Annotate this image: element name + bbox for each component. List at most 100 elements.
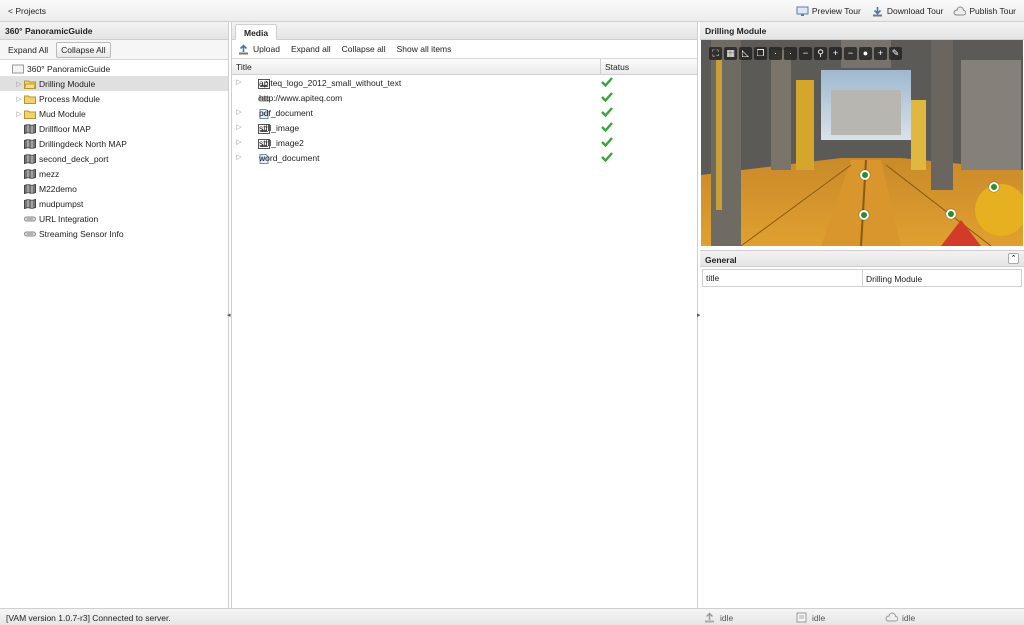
marker-zoom-in-icon[interactable]: +	[874, 47, 887, 60]
media-row[interactable]: http://www.apiteq.com	[232, 90, 697, 105]
upload-button[interactable]: Upload	[237, 43, 280, 55]
tree-item[interactable]: URL Integration	[0, 211, 228, 226]
upload-status-label: idle	[720, 612, 734, 623]
general-section-header: General ⌃	[700, 250, 1024, 267]
hotspot-marker[interactable]	[860, 170, 870, 180]
tree-item-label: mezz	[39, 168, 60, 179]
media-panel: Media Upload Expand all Collapse all Sho…	[231, 22, 698, 608]
zoom-out-icon[interactable]: −	[799, 47, 812, 60]
folder-open-icon	[24, 79, 39, 89]
upload-label: Upload	[253, 44, 280, 54]
pen-icon[interactable]: ✎	[889, 47, 902, 60]
panorama-viewer[interactable]: ⛶ ▦ ◺ ❐ · · − ⚲ + − ● + ✎	[701, 40, 1023, 246]
publish-tour-button[interactable]: Publish Tour	[953, 4, 1016, 18]
collapse-all-button[interactable]: Collapse All	[56, 41, 111, 58]
folder-icon	[24, 109, 39, 119]
project-icon	[12, 64, 27, 74]
preview-tour-button[interactable]: Preview Tour	[796, 4, 861, 18]
tree-item[interactable]: ▷ Process Module	[0, 91, 228, 106]
placeholder-icon[interactable]: ·	[769, 47, 782, 60]
expand-arrow-icon[interactable]: ▷	[234, 123, 244, 131]
layers-icon[interactable]: ❐	[754, 47, 767, 60]
media-row-title: http://www.apiteq.com	[259, 93, 343, 103]
tree-item-label: second_deck_port	[39, 153, 109, 164]
check-icon	[601, 106, 613, 119]
document-status: idle	[795, 612, 825, 623]
media-expand-all-button[interactable]: Expand all	[291, 44, 331, 54]
expand-arrow-icon[interactable]: ▷	[234, 78, 244, 86]
property-key: title	[703, 270, 863, 286]
tree-item[interactable]: ▷ Drilling Module	[0, 76, 228, 91]
tree-item-label: Streaming Sensor Info	[39, 228, 124, 239]
tour-actions: Preview Tour Download Tour Publish Tour	[796, 4, 1016, 18]
show-all-items-button[interactable]: Show all items	[397, 44, 452, 54]
expand-arrow-icon[interactable]: ▷	[234, 108, 244, 116]
media-row[interactable]: ▷ still_image2	[232, 135, 697, 150]
map-icon	[24, 198, 39, 209]
collapse-up-icon[interactable]: ⌃	[1008, 253, 1019, 264]
marker-icon[interactable]: ●	[859, 47, 872, 60]
fullscreen-icon[interactable]: ⛶	[709, 47, 722, 60]
expand-arrow-icon[interactable]: ▷	[14, 110, 24, 118]
expand-arrow-icon[interactable]: ▷	[14, 95, 24, 103]
map-icon	[24, 183, 39, 194]
media-tabstrip: Media	[232, 22, 697, 40]
media-row[interactable]: ▷ still_image	[232, 120, 697, 135]
media-collapse-all-button[interactable]: Collapse all	[342, 44, 386, 54]
map-icon	[24, 168, 39, 179]
media-row-title: still_image	[259, 123, 300, 133]
back-to-projects-link[interactable]: < Projects	[8, 6, 46, 16]
tree-item-label: Drillingdeck North MAP	[39, 138, 127, 149]
project-tree: 360° PanoramicGuide ▷ Drilling Module ▷ Proc…	[0, 60, 228, 241]
placeholder-icon[interactable]: ·	[784, 47, 797, 60]
column-separator[interactable]	[600, 59, 601, 75]
cloud-icon	[953, 6, 967, 15]
link-icon	[24, 229, 39, 239]
property-value-field[interactable]: Drilling Module	[863, 270, 1021, 286]
tree-item[interactable]: 360° PanoramicGuide	[0, 61, 228, 76]
grid-icon[interactable]: ▦	[724, 47, 737, 60]
measure-icon[interactable]: ◺	[739, 47, 752, 60]
media-row[interactable]: ▷ apiteq_logo_2012_small_without_text	[232, 75, 697, 90]
monitor-icon	[796, 6, 809, 16]
media-row[interactable]: ▷ pdf_document	[232, 105, 697, 120]
hotspot-marker[interactable]	[946, 209, 956, 219]
top-bar: < Projects Preview Tour Download Tour Pu…	[0, 0, 1024, 22]
tree-item[interactable]: mezz	[0, 166, 228, 181]
panorama-toolbar: ⛶ ▦ ◺ ❐ · · − ⚲ + − ● + ✎	[709, 47, 902, 60]
status-bar: [VAM version 1.0.7-r3] Connected to serv…	[0, 608, 1024, 625]
check-icon	[601, 136, 613, 149]
zoom-in-icon[interactable]: +	[829, 47, 842, 60]
tree-item[interactable]: mudpumpst	[0, 196, 228, 211]
download-tour-button[interactable]: Download Tour	[871, 4, 943, 18]
expand-arrow-icon[interactable]: ▷	[14, 80, 24, 88]
search-icon[interactable]: ⚲	[814, 47, 827, 60]
tree-item[interactable]: second_deck_port	[0, 151, 228, 166]
column-title[interactable]: Title	[236, 62, 252, 72]
media-row[interactable]: ▷ word_document	[232, 150, 697, 165]
tree-item[interactable]: M22demo	[0, 181, 228, 196]
upload-icon	[239, 43, 248, 54]
hotspot-marker[interactable]	[989, 182, 999, 192]
column-status[interactable]: Status	[605, 62, 629, 72]
expand-arrow-icon[interactable]: ▷	[234, 153, 244, 161]
hotspot-marker[interactable]	[859, 210, 869, 220]
general-label: General	[705, 255, 737, 265]
publish-status-label: idle	[902, 612, 916, 623]
media-row-title: apiteq_logo_2012_small_without_text	[259, 78, 402, 88]
marker-zoom-out-icon[interactable]: −	[844, 47, 857, 60]
scene-title: Drilling Module	[700, 22, 1024, 40]
tree-item[interactable]: ▷ Mud Module	[0, 106, 228, 121]
status-message: [VAM version 1.0.7-r3] Connected to serv…	[6, 613, 171, 623]
tab-media[interactable]: Media	[235, 24, 278, 40]
tree-item[interactable]: Streaming Sensor Info	[0, 226, 228, 241]
upload-status-icon	[705, 612, 714, 623]
expand-all-button[interactable]: Expand All	[3, 42, 53, 58]
check-icon	[601, 76, 613, 89]
tree-item[interactable]: Drillfloor MAP	[0, 121, 228, 136]
publish-status: idle	[885, 612, 915, 623]
tree-item[interactable]: Drillingdeck North MAP	[0, 136, 228, 151]
expand-arrow-icon[interactable]: ▷	[234, 138, 244, 146]
tree-item-label: URL Integration	[39, 213, 99, 224]
media-row-title: pdf_document	[259, 108, 313, 118]
